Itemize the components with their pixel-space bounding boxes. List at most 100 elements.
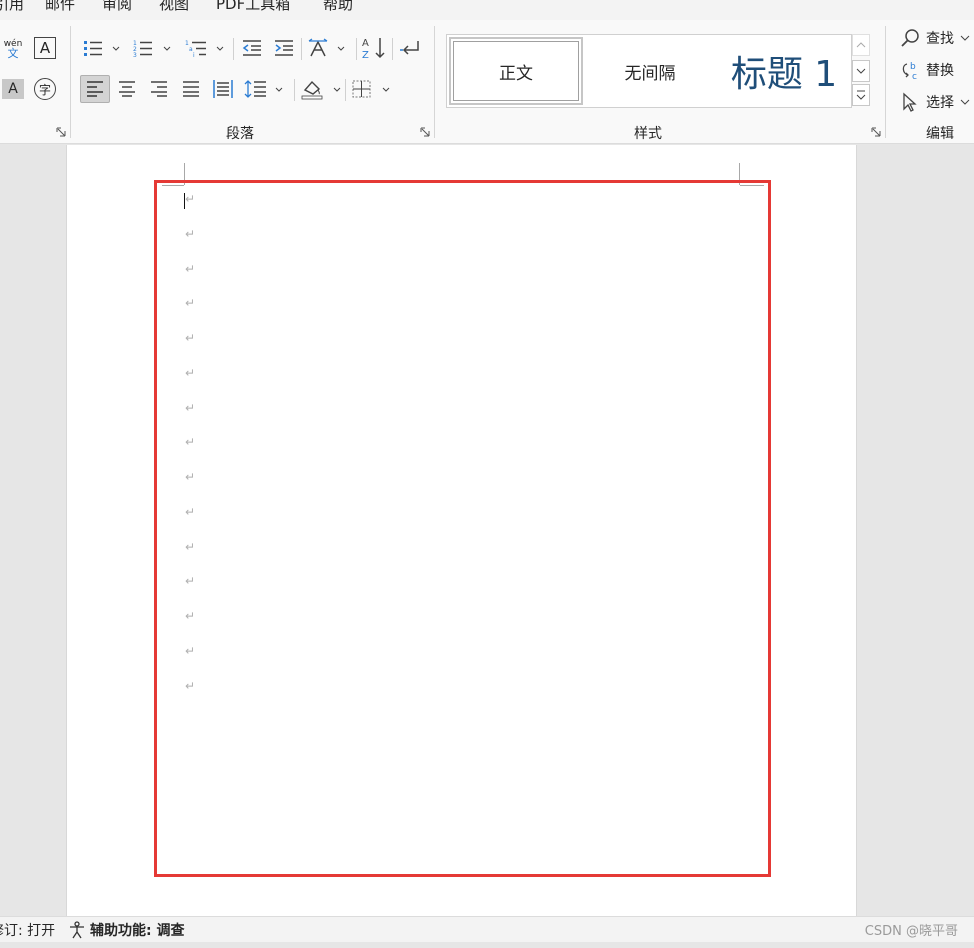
bottom-edge bbox=[0, 942, 974, 948]
align-left-icon bbox=[87, 81, 103, 97]
sort-icon: AZ bbox=[362, 38, 385, 61]
sort-button[interactable]: AZ bbox=[361, 34, 387, 62]
track-changes-status[interactable]: 修订: 打开 bbox=[0, 920, 55, 940]
decrease-indent-button[interactable] bbox=[240, 36, 264, 60]
svg-text:b: b bbox=[910, 62, 916, 72]
line-spacing-icon bbox=[244, 80, 283, 98]
justify-icon bbox=[183, 81, 199, 97]
svg-text:A: A bbox=[362, 38, 369, 49]
character-shading-text: A bbox=[8, 81, 18, 97]
highlight-annotation-box bbox=[154, 180, 771, 877]
select-button[interactable]: 选择 bbox=[900, 92, 970, 112]
chevron-up-icon bbox=[856, 42, 866, 48]
decrease-indent-icon bbox=[242, 40, 261, 56]
character-border-text: A bbox=[39, 39, 51, 57]
paragraph-group-label: 段落 bbox=[226, 126, 254, 142]
chevron-down-icon bbox=[856, 68, 866, 74]
toolbar-divider bbox=[233, 38, 234, 60]
group-separator bbox=[885, 26, 886, 138]
styles-more-button[interactable] bbox=[852, 84, 870, 106]
more-styles-icon bbox=[856, 90, 866, 100]
numbering-icon: 123 bbox=[133, 40, 171, 58]
chevron-down-icon bbox=[960, 35, 970, 41]
chinese-layout-button[interactable] bbox=[306, 36, 348, 60]
group-separator bbox=[434, 26, 435, 138]
styles-dialog-launcher-icon[interactable] bbox=[871, 127, 881, 137]
paint-bucket-icon bbox=[301, 80, 341, 100]
enclose-characters-text: 字 bbox=[38, 82, 51, 97]
toolbar-divider bbox=[294, 79, 295, 101]
show-hide-marks-button[interactable] bbox=[397, 36, 423, 60]
ribbon-tab-bar: 引用 邮件 审阅 视图 PDF工具箱 帮助 bbox=[0, 0, 974, 20]
styles-scroll-down-button[interactable] bbox=[852, 60, 870, 82]
paragraph-dialog-launcher-icon[interactable] bbox=[420, 127, 430, 137]
multilevel-list-icon: 1ai bbox=[185, 40, 224, 58]
align-center-icon bbox=[119, 81, 135, 97]
font-dialog-launcher-icon[interactable] bbox=[56, 127, 66, 137]
watermark-text: CSDN @晓平哥 bbox=[864, 924, 958, 939]
align-center-button[interactable] bbox=[114, 75, 140, 103]
align-left-button[interactable] bbox=[80, 75, 110, 103]
style-no-spacing[interactable]: 无间隔 bbox=[587, 37, 713, 105]
tab-help[interactable]: 帮助 bbox=[323, 0, 353, 14]
numbering-button[interactable]: 123 bbox=[132, 36, 172, 60]
character-border-button[interactable]: A bbox=[34, 37, 56, 59]
chinese-layout-icon bbox=[308, 38, 345, 57]
replace-icon: bc bbox=[902, 62, 917, 80]
editing-group-label: 编辑 bbox=[926, 126, 954, 142]
enclose-characters-button[interactable]: 字 bbox=[34, 78, 56, 100]
paragraph-mark-icon bbox=[400, 41, 419, 55]
distributed-button[interactable] bbox=[210, 75, 236, 103]
character-shading-button[interactable]: A bbox=[2, 79, 24, 99]
justify-button[interactable] bbox=[178, 75, 204, 103]
replace-label: 替换 bbox=[926, 63, 954, 79]
svg-text:c: c bbox=[912, 72, 917, 80]
borders-button[interactable] bbox=[350, 75, 394, 103]
style-heading-1-label: 标题 1 bbox=[730, 54, 838, 95]
replace-button[interactable]: bc 替换 bbox=[900, 60, 954, 80]
search-icon bbox=[901, 29, 919, 47]
toolbar-divider bbox=[392, 38, 393, 60]
align-right-button[interactable] bbox=[146, 75, 172, 103]
select-label: 选择 bbox=[926, 95, 954, 111]
tab-references[interactable]: 引用 bbox=[0, 0, 24, 14]
line-spacing-button[interactable] bbox=[244, 75, 286, 103]
style-heading-1[interactable]: 标题 1 bbox=[717, 37, 851, 105]
borders-icon bbox=[352, 80, 390, 98]
group-separator bbox=[70, 26, 71, 138]
multilevel-list-button[interactable]: 1ai bbox=[184, 36, 226, 60]
tab-mailings[interactable]: 邮件 bbox=[45, 0, 75, 14]
svg-text:Z: Z bbox=[362, 50, 369, 61]
status-bar: 修订: 打开 辅助功能: 调查 bbox=[0, 916, 974, 942]
ribbon: wén 文 A A 字 123 1ai A Z 段落 正文 无间隔 标题 1 样… bbox=[0, 20, 974, 144]
chevron-down-icon bbox=[960, 99, 970, 105]
accessibility-label: 辅助功能: 调查 bbox=[90, 923, 185, 939]
accessibility-status[interactable]: 辅助功能: 调查 bbox=[68, 920, 184, 940]
style-normal[interactable]: 正文 bbox=[449, 37, 583, 105]
styles-group-label: 样式 bbox=[634, 126, 662, 142]
bullets-button[interactable] bbox=[82, 36, 120, 60]
styles-scroll-up-button[interactable] bbox=[852, 34, 870, 56]
styles-gallery: 正文 无间隔 标题 1 bbox=[446, 34, 852, 108]
svg-text:i: i bbox=[193, 52, 195, 58]
distributed-icon bbox=[213, 80, 233, 98]
align-right-icon bbox=[151, 81, 167, 97]
accessibility-icon bbox=[70, 921, 84, 939]
phonetic-guide-button[interactable]: wén 文 bbox=[2, 37, 24, 61]
tab-review[interactable]: 审阅 bbox=[102, 0, 132, 14]
find-label: 查找 bbox=[926, 31, 954, 47]
toolbar-divider bbox=[356, 38, 357, 60]
style-no-spacing-label: 无间隔 bbox=[624, 63, 676, 84]
tab-view[interactable]: 视图 bbox=[159, 0, 189, 14]
increase-indent-icon bbox=[275, 40, 293, 56]
toolbar-divider bbox=[301, 38, 302, 60]
shading-button[interactable] bbox=[300, 75, 344, 103]
toolbar-divider bbox=[345, 79, 346, 101]
bullets-icon bbox=[84, 41, 120, 56]
find-button[interactable]: 查找 bbox=[900, 28, 970, 48]
svg-text:3: 3 bbox=[133, 52, 137, 58]
style-normal-label: 正文 bbox=[499, 63, 533, 84]
tab-pdf-toolbox[interactable]: PDF工具箱 bbox=[216, 0, 290, 14]
increase-indent-button[interactable] bbox=[272, 36, 296, 60]
cursor-arrow-icon bbox=[903, 92, 917, 112]
